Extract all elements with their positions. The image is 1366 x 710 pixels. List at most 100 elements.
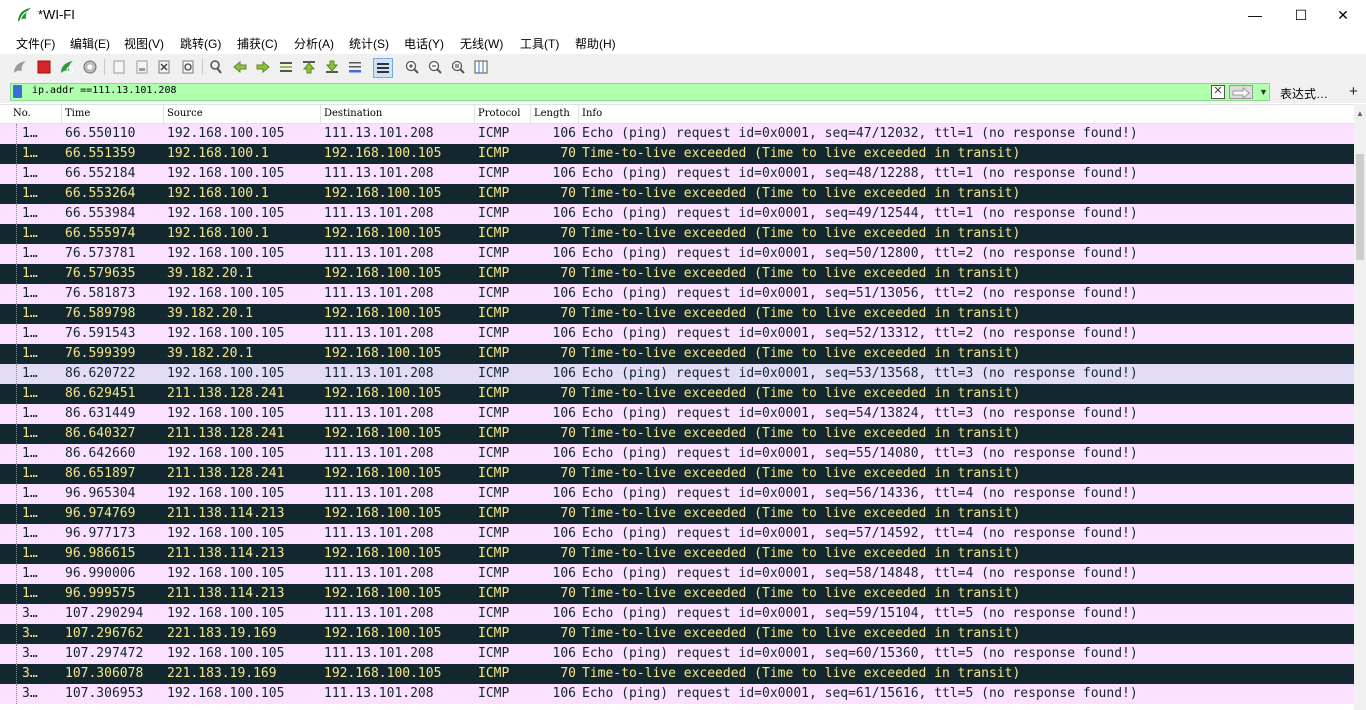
packet-destination: 192.168.100.105	[324, 426, 442, 441]
menu-file[interactable]: 文件(F)	[16, 35, 55, 52]
column-protocol[interactable]: Protocol	[475, 105, 531, 123]
packet-row[interactable]: 1… 76.581873 192.168.100.105 111.13.101.208…	[0, 284, 1354, 304]
menu-tools[interactable]: 工具(T)	[520, 35, 559, 52]
packet-row[interactable]: 1… 66.555974 192.168.100.1 192.168.100.105 I…	[0, 224, 1354, 244]
resize-columns-icon[interactable]	[472, 58, 490, 76]
menu-statistics[interactable]: 统计(S)	[349, 35, 389, 52]
capture-options-icon[interactable]	[81, 58, 99, 76]
packet-row[interactable]: 1… 76.589798 39.182.20.1 192.168.100.105 ICM…	[0, 304, 1354, 324]
menu-view[interactable]: 视图(V)	[124, 35, 164, 52]
tree-line	[16, 664, 18, 684]
filter-dropdown-icon[interactable]: ▼	[1257, 85, 1270, 99]
packet-row[interactable]: 1… 86.640327 211.138.128.241 192.168.100.10…	[0, 424, 1354, 444]
packet-row[interactable]: 3… 107.306078 221.183.19.169 192.168.100.10…	[0, 664, 1354, 684]
scroll-thumb[interactable]	[1356, 154, 1364, 260]
packet-protocol: ICMP	[478, 446, 510, 461]
packet-number: 1…	[22, 286, 38, 301]
packet-row[interactable]: 1… 76.573781 192.168.100.105 111.13.101.208…	[0, 244, 1354, 264]
packet-row[interactable]: 1… 86.642660 192.168.100.105 111.13.101.208…	[0, 444, 1354, 464]
packet-row[interactable]: 1… 66.553984 192.168.100.105 111.13.101.208…	[0, 204, 1354, 224]
find-packet-icon[interactable]	[207, 58, 225, 76]
display-filter-text[interactable]: ip.addr ==111.13.101.208	[32, 85, 177, 96]
packet-row[interactable]: 1… 86.651897 211.138.128.241 192.168.100.10…	[0, 464, 1354, 484]
packet-row[interactable]: 1… 96.977173 192.168.100.105 111.13.101.208…	[0, 524, 1354, 544]
packet-source: 192.168.100.105	[167, 166, 285, 181]
reload-file-icon[interactable]	[179, 58, 197, 76]
packet-row[interactable]: 1… 86.620722 192.168.100.105 111.13.101.208…	[0, 364, 1354, 384]
go-first-icon[interactable]	[300, 58, 318, 76]
packet-row[interactable]: 3… 107.306953 192.168.100.105 111.13.101.20…	[0, 684, 1354, 704]
packet-row[interactable]: 1… 66.550110 192.168.100.105 111.13.101.208…	[0, 124, 1354, 144]
menu-help[interactable]: 帮助(H)	[575, 35, 616, 52]
expression-button[interactable]: 表达式…	[1280, 85, 1328, 102]
add-filter-button[interactable]: +	[1349, 83, 1358, 100]
minimize-button[interactable]: —	[1232, 0, 1278, 30]
clear-filter-icon[interactable]: ✕	[1211, 85, 1225, 99]
menu-go[interactable]: 跳转(G)	[180, 35, 221, 52]
packet-number: 3…	[22, 646, 38, 661]
apply-filter-icon[interactable]	[1229, 85, 1253, 100]
vertical-scrollbar[interactable]: ▲	[1354, 104, 1366, 710]
packet-row[interactable]: 1… 96.974769 211.138.114.213 192.168.100.10…	[0, 504, 1354, 524]
packet-row[interactable]: 3… 107.296762 221.183.19.169 192.168.100.10…	[0, 624, 1354, 644]
zoom-out-icon[interactable]	[426, 58, 444, 76]
packet-row[interactable]: 1… 66.551359 192.168.100.1 192.168.100.105 I…	[0, 144, 1354, 164]
column-destination[interactable]: Destination	[321, 105, 475, 123]
go-to-packet-icon[interactable]	[277, 58, 295, 76]
packet-protocol: ICMP	[478, 426, 510, 441]
column-no[interactable]: No.	[10, 105, 62, 123]
packet-row[interactable]: 1… 66.553264 192.168.100.1 192.168.100.105 I…	[0, 184, 1354, 204]
menu-capture[interactable]: 捕获(C)	[237, 35, 278, 52]
packet-info: Time-to-live exceeded (Time to live exce…	[582, 386, 1021, 401]
packet-row[interactable]: 1… 76.579635 39.182.20.1 192.168.100.105 ICM…	[0, 264, 1354, 284]
packet-destination: 111.13.101.208	[324, 526, 434, 541]
go-forward-icon[interactable]	[254, 58, 272, 76]
save-file-icon[interactable]	[133, 58, 151, 76]
auto-scroll-icon[interactable]	[346, 58, 364, 76]
open-file-icon[interactable]	[110, 58, 128, 76]
maximize-button[interactable]: ☐	[1278, 0, 1324, 30]
go-last-icon[interactable]	[323, 58, 341, 76]
display-filter-input[interactable]	[10, 83, 1270, 101]
menu-edit[interactable]: 编辑(E)	[70, 35, 110, 52]
packet-row[interactable]: 1… 96.990006 192.168.100.105 111.13.101.208…	[0, 564, 1354, 584]
packet-row[interactable]: 1… 96.965304 192.168.100.105 111.13.101.208…	[0, 484, 1354, 504]
column-time[interactable]: Time	[62, 105, 164, 123]
packet-row[interactable]: 3… 107.290294 192.168.100.105 111.13.101.20…	[0, 604, 1354, 624]
column-info[interactable]: Info	[579, 105, 1354, 123]
packet-source: 192.168.100.105	[167, 446, 285, 461]
zoom-in-icon[interactable]	[403, 58, 421, 76]
scroll-up-icon[interactable]: ▲	[1354, 108, 1366, 120]
packet-time: 76.579635	[65, 266, 136, 281]
menu-telephony[interactable]: 电话(Y)	[404, 35, 444, 52]
packet-row[interactable]: 1… 86.631449 192.168.100.105 111.13.101.208…	[0, 404, 1354, 424]
packet-row[interactable]: 1… 66.552184 192.168.100.105 111.13.101.208…	[0, 164, 1354, 184]
packet-row[interactable]: 1… 76.599399 39.182.20.1 192.168.100.105 ICM…	[0, 344, 1354, 364]
packet-row[interactable]: 3… 107.297472 192.168.100.105 111.13.101.20…	[0, 644, 1354, 664]
menu-wireless[interactable]: 无线(W)	[460, 35, 503, 52]
packet-length: 70	[560, 546, 576, 561]
packet-row[interactable]: 1… 96.986615 211.138.114.213 192.168.100.10…	[0, 544, 1354, 564]
close-button[interactable]: ✕	[1320, 0, 1366, 30]
go-back-icon[interactable]	[231, 58, 249, 76]
start-capture-icon[interactable]	[11, 58, 29, 76]
column-length[interactable]: Length	[531, 105, 579, 123]
packet-number: 1…	[22, 506, 38, 521]
bookmark-icon[interactable]	[13, 85, 22, 98]
restart-capture-icon[interactable]	[58, 58, 76, 76]
packet-row[interactable]: 1… 76.591543 192.168.100.105 111.13.101.208…	[0, 324, 1354, 344]
close-file-icon[interactable]	[155, 58, 173, 76]
colorize-icon[interactable]	[373, 58, 393, 78]
packet-info: Echo (ping) request id=0x0001, seq=61/15…	[582, 686, 1138, 701]
packet-source: 192.168.100.105	[167, 286, 285, 301]
packet-row[interactable]: 1… 86.629451 211.138.128.241 192.168.100.10…	[0, 384, 1354, 404]
packet-info: Echo (ping) request id=0x0001, seq=53/13…	[582, 366, 1138, 381]
packet-info: Echo (ping) request id=0x0001, seq=59/15…	[582, 606, 1138, 621]
stop-capture-icon[interactable]	[35, 58, 53, 76]
packet-row[interactable]: 1… 96.999575 211.138.114.213 192.168.100.10…	[0, 584, 1354, 604]
packet-time: 66.550110	[65, 126, 136, 141]
zoom-normal-icon[interactable]	[449, 58, 467, 76]
column-source[interactable]: Source	[164, 105, 321, 123]
packet-length: 70	[560, 586, 576, 601]
menu-analyze[interactable]: 分析(A)	[294, 35, 334, 52]
